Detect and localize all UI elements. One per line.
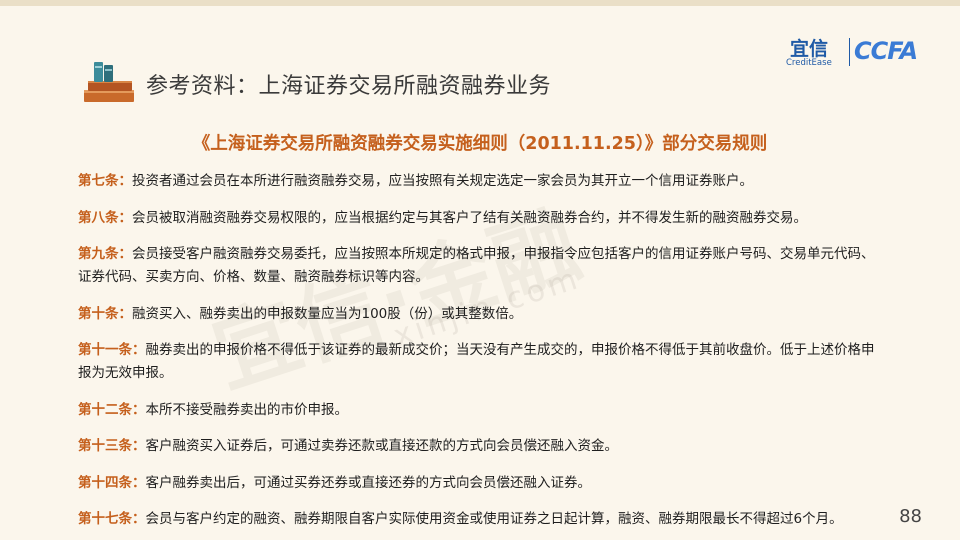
- article-text: 融券卖出的申报价格不得低于该证券的最新成交价；当天没有产生成交的，申报价格不得低…: [78, 342, 875, 381]
- document-title: 《上海证券交易所融资融券交易实施细则（2011.11.25）》部分交易规则: [192, 134, 768, 154]
- article-text: 会员接受客户融资融券交易委托，应当按照本所规定的格式申报，申报指令应包括客户的信…: [78, 246, 875, 285]
- article-text: 客户融券卖出后，可通过买券还券或直接还券的方式向会员偿还融入证券。: [145, 474, 592, 491]
- logo-english-text: CreditEase: [786, 58, 832, 68]
- article-text: 会员被取消融资融券交易权限的，应当根据约定与其客户了结有关融资融券合约，并不得发…: [132, 209, 807, 226]
- article-text: 本所不接受融券卖出的市价申报。: [145, 401, 349, 418]
- article-label: 第十七条：: [78, 511, 146, 527]
- article-label: 第十二条：: [78, 401, 146, 418]
- article-label: 第十四条：: [78, 474, 146, 491]
- article-label: 第七条：: [78, 173, 132, 189]
- article-item: 第九条：会员接受客户融资融券交易委托，应当按照本所规定的格式申报，申报指令应包括…: [78, 243, 886, 289]
- article-text: 会员与客户约定的融资、融券期限自客户实际使用资金或使用证券之日起计算，融资、融券…: [145, 511, 843, 527]
- article-item: 第十一条：融券卖出的申报价格不得低于该证券的最新成交价；当天没有产生成交的，申报…: [78, 339, 886, 385]
- article-text: 投资者通过会员在本所进行融资融券交易，应当按照有关规定选定一家会员为其开立一个信…: [132, 173, 753, 189]
- article-label: 第八条：: [78, 209, 132, 226]
- logo-ccfa-text: CCFA: [854, 37, 918, 65]
- brand-logo: 宜信 CreditEase CCFA: [768, 34, 934, 70]
- article-item: 第十二条：本所不接受融券卖出的市价申报。: [78, 399, 886, 422]
- article-label: 第十三条：: [78, 438, 146, 454]
- top-decor-bar: [0, 0, 960, 6]
- logo-chinese-text: 宜信: [790, 38, 829, 60]
- article-text: 融资买入、融券卖出的申报数量应当为100股（份）或其整数倍。: [132, 305, 523, 322]
- page-title: 参考资料：上海证券交易所融资融券业务: [146, 74, 552, 99]
- article-item: 第七条：投资者通过会员在本所进行融资融券交易，应当按照有关规定选定一家会员为其开…: [78, 170, 886, 193]
- article-item: 第八条：会员被取消融资融券交易权限的，应当根据约定与其客户了结有关融资融券合约，…: [78, 207, 886, 230]
- article-text: 客户融资买入证券后，可通过卖券还款或直接还款的方式向会员偿还融入资金。: [145, 438, 619, 454]
- article-item: 第十七条：会员与客户约定的融资、融券期限自客户实际使用资金或使用证券之日起计算，…: [78, 508, 886, 531]
- page-number: 88: [899, 506, 922, 527]
- article-item: 第十条：融资买入、融券卖出的申报数量应当为100股（份）或其整数倍。: [78, 303, 886, 326]
- logo-divider: [849, 38, 850, 66]
- article-label: 第十一条：: [78, 342, 146, 358]
- article-item: 第十三条：客户融资买入证券后，可通过卖券还款或直接还款的方式向会员偿还融入资金。: [78, 435, 886, 458]
- books-icon: [84, 62, 134, 102]
- article-list: 第七条：投资者通过会员在本所进行融资融券交易，应当按照有关规定选定一家会员为其开…: [78, 170, 886, 535]
- article-item: 第十四条：客户融券卖出后，可通过买券还券或直接还券的方式向会员偿还融入证券。: [78, 472, 886, 495]
- article-label: 第九条：: [78, 246, 132, 262]
- article-label: 第十条：: [78, 305, 132, 322]
